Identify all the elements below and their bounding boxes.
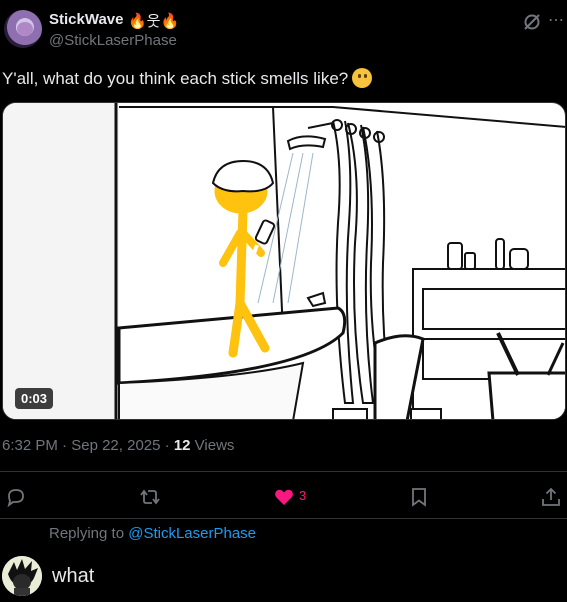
divider <box>0 518 567 519</box>
author-avatar[interactable] <box>4 10 42 48</box>
replying-to: Replying to @StickLaserPhase <box>49 525 256 542</box>
thinking-face-emoji <box>352 68 373 88</box>
post-video[interactable]: 0:03 <box>2 102 566 420</box>
author-display-name[interactable]: StickWave <box>49 11 123 28</box>
views-count: 12 <box>173 437 191 454</box>
like-heart-icon[interactable] <box>273 486 295 508</box>
more-options-icon[interactable]: ⋯ <box>548 12 566 32</box>
post-text-body: Y'all, what do you think each stick smel… <box>2 69 349 88</box>
post-time[interactable]: 6:32 PM <box>2 437 58 454</box>
action-bar <box>0 472 567 518</box>
video-frame <box>3 103 565 419</box>
post-header: StickWave 🔥웃🔥 @StickLaserPhase ⋯ <box>0 0 567 60</box>
goku-avatar-art <box>2 556 42 596</box>
reply-input[interactable]: what <box>52 565 94 588</box>
avatar-figure <box>17 22 33 36</box>
meta-separator: · <box>164 437 170 454</box>
grok-icon[interactable] <box>522 12 542 32</box>
like-count[interactable]: 3 <box>299 488 306 503</box>
author-handle[interactable]: @StickLaserPhase <box>49 32 177 49</box>
reply-user-avatar[interactable] <box>2 556 42 596</box>
video-duration-badge: 0:03 <box>15 388 54 409</box>
reply-icon[interactable] <box>5 486 27 508</box>
repost-icon[interactable] <box>139 486 161 508</box>
replying-mention-link[interactable]: @StickLaserPhase <box>128 525 256 542</box>
author-name-emoji: 🔥웃🔥 <box>128 13 180 30</box>
views-label: Views <box>194 437 235 454</box>
post-meta: 6:32 PM · Sep 22, 2025 · 12 Views <box>2 437 234 454</box>
share-icon[interactable] <box>540 486 562 508</box>
bookmark-icon[interactable] <box>408 486 430 508</box>
replying-prefix: Replying to <box>49 525 125 542</box>
post-text: Y'all, what do you think each stick smel… <box>2 68 373 89</box>
post-date[interactable]: Sep 22, 2025 <box>71 437 160 454</box>
meta-separator: · <box>62 437 68 454</box>
